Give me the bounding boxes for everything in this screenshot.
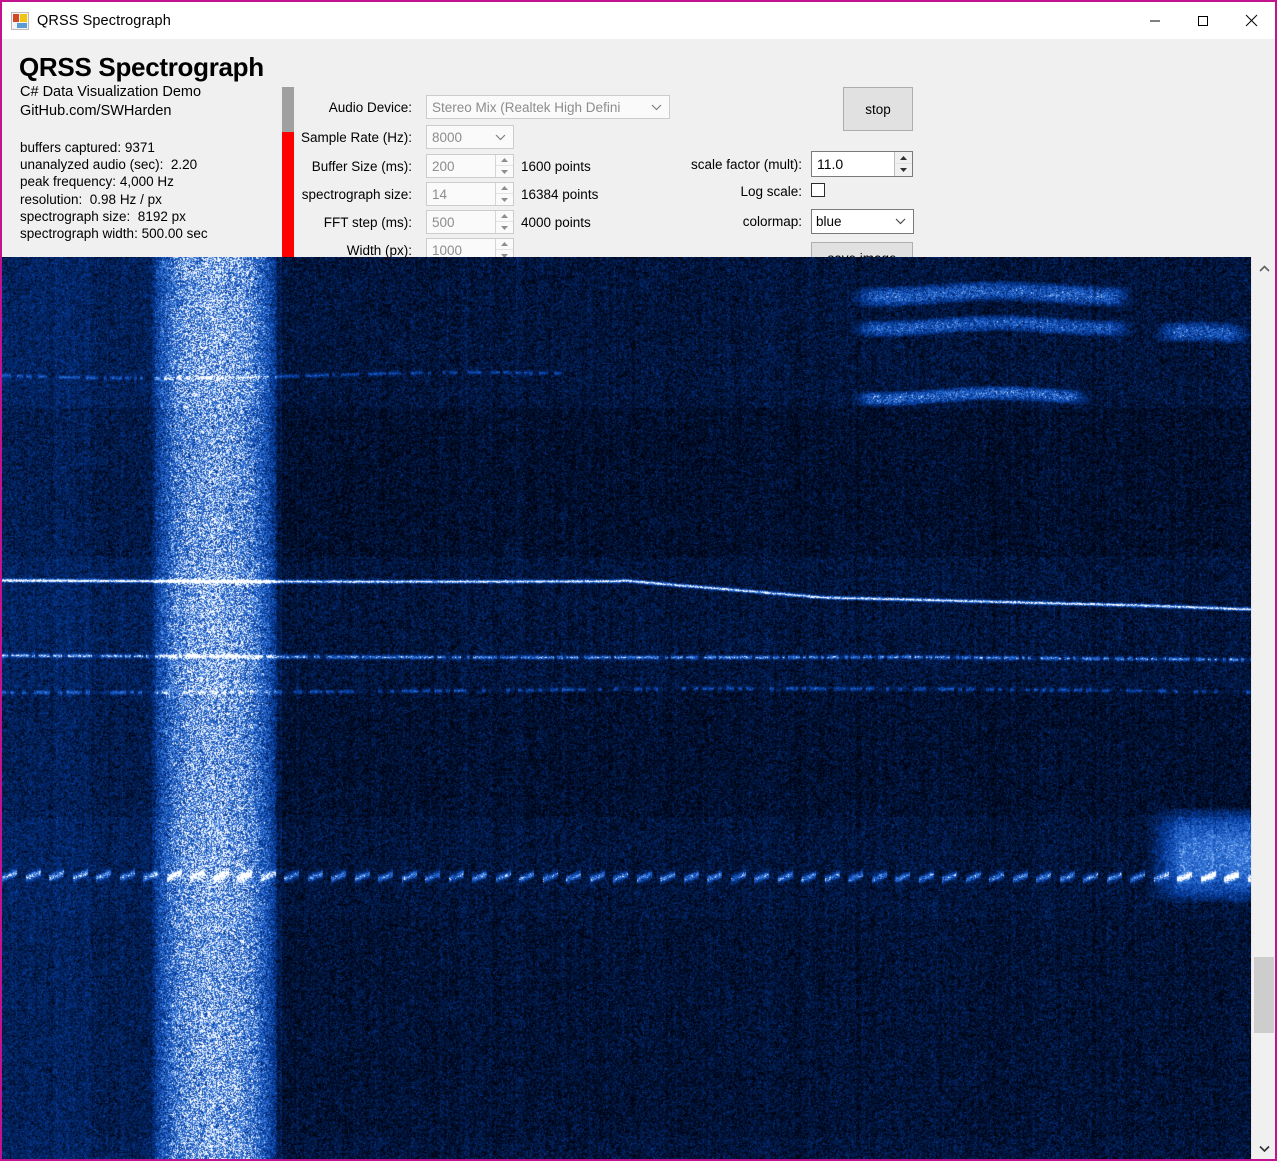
scale-factor-stepper[interactable]: 11.0 bbox=[811, 151, 913, 177]
log-scale-label: Log scale: bbox=[740, 184, 802, 199]
minimize-button[interactable] bbox=[1131, 2, 1179, 39]
buffer-size-label: Buffer Size (ms): bbox=[311, 159, 412, 174]
scroll-up-arrow[interactable] bbox=[1252, 257, 1275, 279]
spin-up-icon[interactable] bbox=[496, 183, 513, 194]
buffer-size-points-note: 1600 points bbox=[521, 159, 591, 174]
application-window: QRSS Spectrograph QRSS Spectrograph C# D… bbox=[0, 0, 1277, 1161]
fft-step-stepper[interactable]: 500 bbox=[426, 210, 514, 234]
spin-up-icon[interactable] bbox=[895, 152, 912, 164]
spectrograph-size-points-note: 16384 points bbox=[521, 187, 599, 202]
fft-step-points-note: 4000 points bbox=[521, 215, 591, 230]
page-subtitle: C# Data Visualization Demo bbox=[20, 84, 202, 100]
width-px-label: Width (px): bbox=[346, 243, 412, 258]
colormap-label: colormap: bbox=[742, 214, 802, 229]
window-controls bbox=[1131, 2, 1275, 39]
close-button[interactable] bbox=[1227, 2, 1275, 39]
stop-button[interactable]: stop bbox=[843, 87, 913, 131]
sample-rate-value: 8000 bbox=[432, 129, 463, 145]
scroll-down-arrow[interactable] bbox=[1252, 1137, 1275, 1159]
spin-down-icon[interactable] bbox=[496, 166, 513, 177]
maximize-button[interactable] bbox=[1179, 2, 1227, 39]
spectrograph-canvas[interactable] bbox=[2, 257, 1251, 1159]
spin-up-icon[interactable] bbox=[496, 211, 513, 222]
sample-rate-select[interactable]: 8000 bbox=[426, 125, 514, 149]
sample-rate-label: Sample Rate (Hz): bbox=[300, 130, 412, 145]
spin-down-icon[interactable] bbox=[496, 222, 513, 233]
scale-factor-label: scale factor (mult): bbox=[690, 157, 802, 172]
app-icon bbox=[11, 11, 29, 30]
spin-down-icon[interactable] bbox=[895, 164, 912, 176]
spectrograph-size-spin-buttons[interactable] bbox=[495, 183, 513, 205]
fft-step-spin-buttons[interactable] bbox=[495, 211, 513, 233]
page-title: QRSS Spectrograph bbox=[19, 52, 264, 82]
spectrograph-display[interactable] bbox=[2, 257, 1251, 1159]
title-bar: QRSS Spectrograph bbox=[2, 2, 1275, 39]
chevron-down-icon bbox=[651, 104, 662, 111]
spin-up-icon[interactable] bbox=[496, 155, 513, 166]
buffer-size-stepper[interactable]: 200 bbox=[426, 154, 514, 178]
spin-down-icon[interactable] bbox=[496, 194, 513, 205]
fft-step-label: FFT step (ms): bbox=[323, 215, 412, 230]
chevron-down-icon bbox=[895, 218, 906, 225]
spectrograph-container bbox=[2, 257, 1275, 1159]
log-scale-checkbox[interactable] bbox=[811, 183, 825, 197]
spectrograph-size-label: spectrograph size: bbox=[301, 187, 412, 202]
scale-factor-spin-buttons[interactable] bbox=[894, 152, 912, 176]
colormap-select[interactable]: blue bbox=[811, 209, 914, 234]
chevron-down-icon bbox=[495, 134, 506, 141]
fft-step-value: 500 bbox=[432, 214, 455, 230]
spectrograph-size-stepper[interactable]: 14 bbox=[426, 182, 514, 206]
colormap-value: blue bbox=[816, 214, 842, 229]
github-link-label: GitHub.com/SWHarden bbox=[20, 103, 172, 119]
buffer-size-spin-buttons[interactable] bbox=[495, 155, 513, 177]
control-panel: QRSS Spectrograph C# Data Visualization … bbox=[2, 39, 1275, 275]
window-title: QRSS Spectrograph bbox=[37, 12, 171, 29]
spectrograph-size-value: 14 bbox=[432, 186, 448, 202]
spin-up-icon[interactable] bbox=[496, 239, 513, 250]
status-statistics: buffers captured: 9371 unanalyzed audio … bbox=[20, 140, 208, 242]
scroll-thumb[interactable] bbox=[1254, 957, 1274, 1033]
vertical-scrollbar[interactable] bbox=[1251, 257, 1275, 1159]
audio-device-value: Stereo Mix (Realtek High Defini bbox=[432, 99, 621, 115]
audio-device-label: Audio Device: bbox=[328, 100, 412, 115]
scale-factor-value: 11.0 bbox=[817, 156, 844, 172]
buffer-size-value: 200 bbox=[432, 158, 455, 174]
audio-device-select[interactable]: Stereo Mix (Realtek High Defini bbox=[426, 95, 670, 119]
